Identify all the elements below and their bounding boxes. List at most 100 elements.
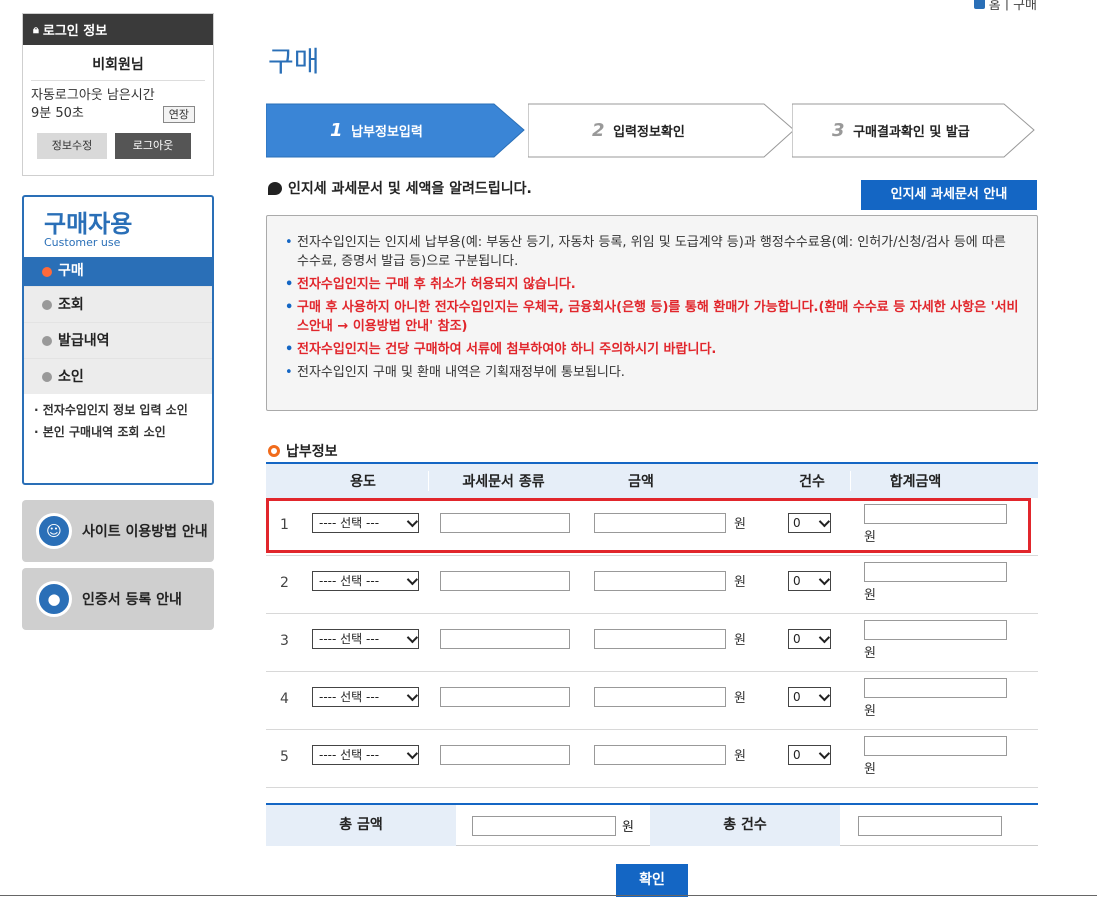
count-select[interactable]: 0 [788, 745, 831, 765]
total-count-label: 총 건수 [650, 805, 840, 846]
notice-item: 전자수입인지는 인지세 납부용(예: 부동산 등기, 자동차 등록, 위임 및 … [285, 233, 1021, 271]
purpose-select-value: ---- 선택 --- [319, 516, 380, 530]
count-select[interactable]: 0 [788, 513, 831, 533]
notice-heading-text: 인지세 과세문서 및 세액을 알려드립니다. [288, 181, 532, 197]
sum-field [864, 562, 1007, 582]
notice-item: 전자수입인지는 구매 후 취소가 허용되지 않습니다. [285, 275, 1021, 294]
sum-field [864, 736, 1007, 756]
notice-item: 구매 후 사용하지 아니한 전자수입인지는 우체국, 금융회사(은행 등)를 통… [285, 298, 1021, 336]
doc-type-input[interactable] [440, 745, 570, 765]
count-select-value: 0 [793, 690, 801, 704]
sub-link-info-input-cancel[interactable]: · 전자수입인지 정보 입력 소인 [24, 402, 212, 418]
purchase-steps: 1 납부정보입력 2 입력정보확인 3 구매결과확인 및 발급 [266, 103, 1036, 158]
amount-unit: 원 [734, 575, 746, 590]
notice-item: 전자수입인지 구매 및 환매 내역은 기획재정부에 통보됩니다. [285, 363, 1021, 382]
menu-item-label: 조회 [58, 296, 84, 313]
sum-unit: 원 [864, 762, 876, 777]
sum-unit: 원 [864, 646, 876, 661]
bullet-icon [42, 299, 52, 310]
menu-item-issue-history[interactable]: 발급내역 [24, 322, 212, 358]
table-row: 2 ---- 선택 --- 원 0 원 [266, 556, 1038, 614]
total-count-field [858, 816, 1002, 836]
login-info-header: 🔒︎ 로그인 정보 [23, 14, 213, 45]
count-select[interactable]: 0 [788, 687, 831, 707]
purpose-select-value: ---- 선택 --- [319, 748, 380, 762]
column-header-count: 건수 [799, 474, 825, 490]
menu-item-label: 구매 [58, 263, 84, 279]
menu-title: 구매자용 [44, 210, 133, 238]
menu-item-inquiry[interactable]: 조회 [24, 286, 212, 322]
breadcrumb-home[interactable]: 홈 [989, 0, 1001, 13]
total-amount-label: 총 금액 [266, 805, 456, 846]
amount-input[interactable] [594, 687, 726, 707]
step-2: 2 입력정보확인 [528, 103, 796, 158]
purpose-select[interactable]: ---- 선택 --- [312, 571, 419, 591]
tax-document-guide-button[interactable]: 인지세 과세문서 안내 [861, 180, 1037, 210]
purpose-select[interactable]: ---- 선택 --- [312, 513, 419, 533]
purpose-select[interactable]: ---- 선택 --- [312, 687, 419, 707]
step-3: 3 구매결과확인 및 발급 [792, 103, 1036, 158]
amount-input[interactable] [594, 513, 726, 533]
doc-type-input[interactable] [440, 629, 570, 649]
doc-type-input[interactable] [440, 513, 570, 533]
auto-logout-label: 자동로그아웃 남은시간 [31, 88, 155, 103]
table-header: 용도 과세문서 종류 금액 건수 합계금액 [266, 462, 1038, 498]
notice-heading: 인지세 과세문서 및 세액을 알려드립니다. [268, 178, 532, 198]
count-select[interactable]: 0 [788, 571, 831, 591]
step-number: 3 [832, 120, 845, 141]
purpose-select-value: ---- 선택 --- [319, 632, 380, 646]
step-1: 1 납부정보입력 [266, 103, 526, 158]
chevron-down-icon [406, 631, 419, 644]
step-label: 구매결과확인 및 발급 [853, 125, 970, 140]
menu-item-label: 소인 [58, 368, 84, 385]
count-select-value: 0 [793, 574, 801, 588]
sum-field [864, 620, 1007, 640]
remaining-time: 9분 50초 [31, 106, 84, 121]
amount-input[interactable] [594, 745, 726, 765]
user-name: 비회원님 [31, 45, 205, 81]
doc-type-input[interactable] [440, 571, 570, 591]
arrow-bullet-icon [42, 266, 52, 277]
home-icon[interactable] [973, 0, 985, 9]
column-header-doc-type: 과세문서 종류 [428, 471, 578, 491]
chevron-down-icon [818, 631, 831, 644]
breadcrumb-separator: | [1004, 0, 1010, 11]
amount-unit: 원 [734, 691, 746, 706]
sum-field [864, 504, 1007, 524]
doc-type-input[interactable] [440, 687, 570, 707]
cert-register-guide-button[interactable]: ● 인증서 등록 안내 [22, 568, 214, 630]
chevron-down-icon [818, 515, 831, 528]
menu-item-cancel-stamp[interactable]: 소인 [24, 358, 212, 394]
sub-link-history-cancel[interactable]: · 본인 구매내역 조회 소인 [24, 424, 212, 440]
purpose-select-value: ---- 선택 --- [319, 690, 380, 704]
lock-icon: ● [36, 581, 72, 617]
lock-icon: 🔒︎ [33, 22, 39, 36]
row-number: 5 [280, 749, 289, 765]
customer-menu: 구매자용 Customer use 구매 조회 발급내역 소인 · 전자수입인지… [22, 195, 214, 485]
table-row: 3 ---- 선택 --- 원 0 원 [266, 614, 1038, 672]
count-select[interactable]: 0 [788, 629, 831, 649]
chevron-down-icon [818, 689, 831, 702]
extend-button[interactable]: 연장 [162, 105, 195, 123]
purpose-select[interactable]: ---- 선택 --- [312, 745, 419, 765]
purpose-select[interactable]: ---- 선택 --- [312, 629, 419, 649]
edit-info-button[interactable]: 정보수정 [37, 133, 107, 159]
cert-register-guide-label: 인증서 등록 안내 [82, 592, 182, 608]
column-header-purpose: 용도 [350, 474, 376, 490]
row-number: 3 [280, 633, 289, 649]
chevron-down-icon [406, 515, 419, 528]
total-amount-unit: 원 [622, 820, 634, 835]
sum-unit: 원 [864, 704, 876, 719]
amount-input[interactable] [594, 629, 726, 649]
table-row: 1 ---- 선택 --- 원 0 원 [266, 498, 1038, 556]
page-title: 구매 [268, 45, 320, 78]
menu-item-purchase[interactable]: 구매 [24, 257, 212, 286]
payment-section-label: 납부정보 [286, 444, 338, 460]
column-header-sum: 합계금액 [850, 471, 980, 491]
login-info-title: 로그인 정보 [42, 24, 108, 39]
amount-input[interactable] [594, 571, 726, 591]
logout-button[interactable]: 로그아웃 [115, 133, 191, 159]
confirm-button[interactable]: 확인 [616, 864, 688, 897]
row-number: 4 [280, 691, 289, 707]
site-usage-guide-button[interactable]: ☺ 사이트 이용방법 안내 [22, 500, 214, 562]
